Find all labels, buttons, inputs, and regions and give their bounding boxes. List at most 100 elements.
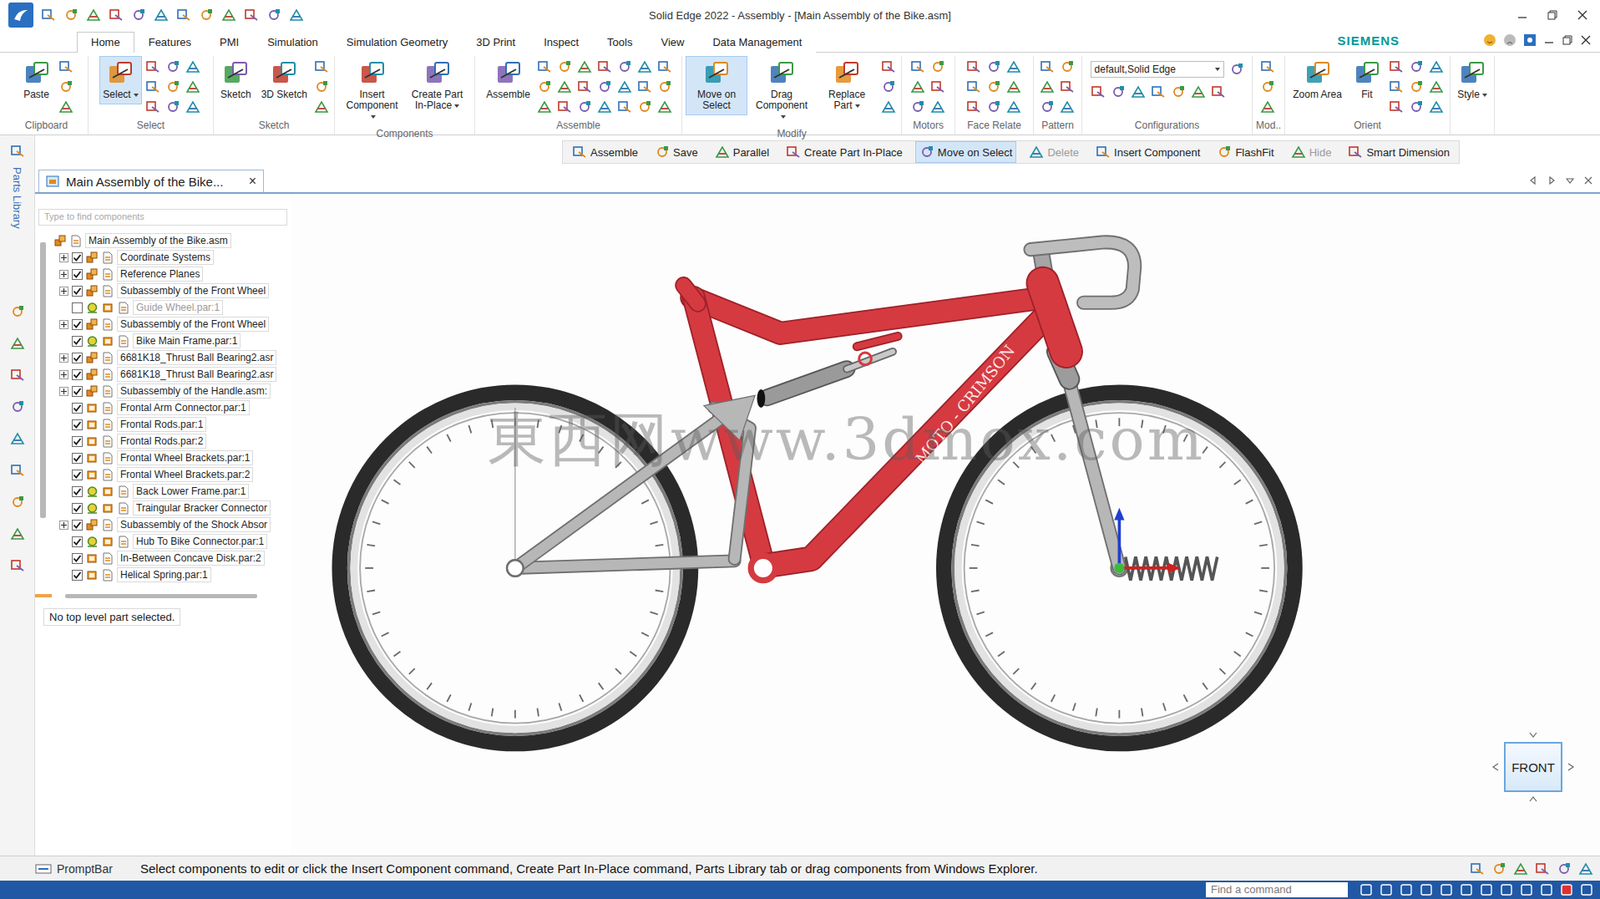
ribbon-tab[interactable]: Data Management bbox=[698, 31, 816, 53]
tool-icon[interactable] bbox=[597, 79, 613, 95]
find-command-field[interactable]: Find a command bbox=[1205, 881, 1348, 897]
tool-icon[interactable] bbox=[966, 79, 982, 95]
frame-tube[interactable] bbox=[856, 336, 898, 347]
ribbon-tab[interactable]: Simulation bbox=[253, 31, 333, 53]
bottom-bracket[interactable] bbox=[750, 555, 775, 580]
tree-item[interactable]: Frontal Wheel Brackets.par:1 bbox=[50, 449, 277, 466]
tool-icon[interactable] bbox=[536, 79, 552, 95]
view-cube-face[interactable]: FRONT bbox=[1503, 741, 1563, 792]
visibility-checkbox[interactable] bbox=[71, 352, 83, 364]
view-down-icon[interactable] bbox=[1528, 793, 1539, 804]
tool-icon[interactable] bbox=[617, 79, 633, 95]
quick-access-icon[interactable] bbox=[86, 7, 102, 23]
tool-icon[interactable] bbox=[881, 99, 897, 115]
tool-icon[interactable] bbox=[657, 59, 673, 75]
quick-access-icon[interactable] bbox=[153, 7, 169, 23]
quick-access-icon[interactable] bbox=[221, 7, 237, 23]
ribbon-button[interactable]: Replace Part bbox=[815, 55, 878, 116]
ribbon-tab[interactable]: Inspect bbox=[529, 31, 593, 53]
tool-icon[interactable] bbox=[1059, 59, 1075, 75]
command-bar-item[interactable]: Parallel bbox=[710, 141, 774, 163]
visibility-checkbox[interactable] bbox=[71, 435, 83, 447]
tool-icon[interactable] bbox=[1059, 99, 1075, 115]
status-tool-icon[interactable] bbox=[1419, 882, 1433, 897]
tool-icon[interactable] bbox=[165, 99, 181, 115]
visibility-checkbox[interactable] bbox=[71, 519, 83, 531]
tool-icon[interactable] bbox=[910, 79, 926, 95]
tree-item[interactable]: Subassembly of the Front Wheel bbox=[50, 315, 277, 333]
tool-icon[interactable] bbox=[1428, 99, 1444, 115]
visibility-checkbox[interactable] bbox=[71, 385, 83, 397]
visibility-checkbox[interactable] bbox=[71, 285, 83, 297]
command-item-icon[interactable] bbox=[785, 144, 801, 160]
configuration-select[interactable]: default,Solid Edge bbox=[1090, 60, 1225, 78]
visibility-checkbox[interactable] bbox=[71, 419, 83, 431]
tool-icon[interactable] bbox=[1130, 84, 1146, 100]
ribbon-button[interactable]: Sketch bbox=[217, 55, 255, 105]
tool-icon[interactable] bbox=[1408, 99, 1424, 115]
ribbon-button[interactable]: Zoom Area bbox=[1289, 55, 1346, 105]
tool-icon[interactable] bbox=[145, 99, 161, 115]
tool-icon[interactable] bbox=[1110, 84, 1126, 100]
tool-icon[interactable] bbox=[1039, 99, 1055, 115]
quick-access-icon[interactable] bbox=[63, 7, 79, 23]
command-item-icon[interactable] bbox=[572, 144, 588, 160]
side-tool-icon[interactable] bbox=[10, 494, 26, 510]
tool-icon[interactable] bbox=[536, 99, 552, 115]
window-restore-icon[interactable] bbox=[1546, 9, 1559, 21]
tool-icon[interactable] bbox=[617, 99, 633, 115]
tree-item[interactable]: Helical Spring.par:1 bbox=[50, 566, 277, 583]
ribbon-button[interactable]: Paste bbox=[18, 55, 56, 105]
frame-tube[interactable] bbox=[846, 351, 893, 370]
document-tab[interactable]: Main Assembly of the Bike...× bbox=[38, 169, 264, 193]
visibility-checkbox[interactable] bbox=[71, 502, 83, 514]
ribbon-button[interactable]: Select bbox=[99, 55, 142, 105]
side-tool-icon[interactable] bbox=[10, 303, 26, 319]
visibility-checkbox[interactable] bbox=[71, 369, 83, 380]
frame-tube[interactable] bbox=[1043, 283, 1067, 352]
tool-icon[interactable] bbox=[1388, 59, 1404, 75]
tool-icon[interactable] bbox=[577, 59, 593, 75]
side-tool-icon[interactable] bbox=[10, 557, 26, 573]
tool-icon[interactable] bbox=[1150, 84, 1166, 100]
tree-item[interactable]: Frontal Arm Connector.par:1 bbox=[50, 399, 277, 416]
command-item-icon[interactable] bbox=[1216, 144, 1232, 160]
visibility-checkbox[interactable] bbox=[71, 252, 83, 264]
visibility-checkbox[interactable] bbox=[71, 452, 83, 464]
tree-item[interactable]: Guide Wheel.par:1 bbox=[50, 298, 277, 316]
tool-icon[interactable] bbox=[966, 99, 982, 115]
tool-icon[interactable] bbox=[58, 79, 74, 95]
side-tool-icon[interactable] bbox=[10, 399, 26, 415]
component-search[interactable]: Type to find components bbox=[38, 208, 288, 226]
tool-icon[interactable] bbox=[1059, 79, 1075, 95]
status-tool-icon[interactable] bbox=[1579, 882, 1594, 897]
command-item-icon[interactable] bbox=[1291, 144, 1307, 160]
dropdown-caret-icon[interactable] bbox=[370, 115, 376, 119]
frame-tube[interactable] bbox=[515, 560, 735, 568]
tool-icon[interactable] bbox=[881, 59, 897, 75]
quick-access-icon[interactable] bbox=[243, 7, 259, 23]
visibility-checkbox[interactable] bbox=[71, 552, 83, 564]
tool-icon[interactable] bbox=[313, 99, 330, 115]
tool-icon[interactable] bbox=[1260, 79, 1276, 95]
tool-icon[interactable] bbox=[1190, 84, 1206, 100]
window-close-icon[interactable] bbox=[1579, 34, 1592, 46]
tool-icon[interactable] bbox=[1388, 99, 1404, 115]
ribbon-button[interactable]: 3D Sketch bbox=[258, 55, 311, 105]
visibility-checkbox[interactable] bbox=[71, 402, 83, 414]
tool-icon[interactable] bbox=[577, 79, 593, 95]
tool-icon[interactable] bbox=[1229, 61, 1245, 77]
command-bar-item[interactable]: Assemble bbox=[567, 141, 643, 163]
status-tool-icon[interactable] bbox=[1399, 882, 1413, 897]
tool-icon[interactable] bbox=[313, 59, 330, 75]
expand-button[interactable] bbox=[59, 286, 69, 296]
ribbon-tab[interactable]: Simulation Geometry bbox=[332, 31, 462, 53]
quick-access-icon[interactable] bbox=[288, 7, 304, 23]
window-minimize-icon[interactable] bbox=[1543, 34, 1555, 46]
tool-icon[interactable] bbox=[657, 99, 673, 115]
prompt-tool-icon[interactable] bbox=[1513, 860, 1529, 876]
tool-icon[interactable] bbox=[1408, 59, 1424, 75]
command-item-icon[interactable] bbox=[1347, 144, 1363, 160]
visibility-checkbox[interactable] bbox=[71, 318, 83, 330]
tree-item[interactable]: Back Lower Frame.par:1 bbox=[50, 482, 277, 500]
